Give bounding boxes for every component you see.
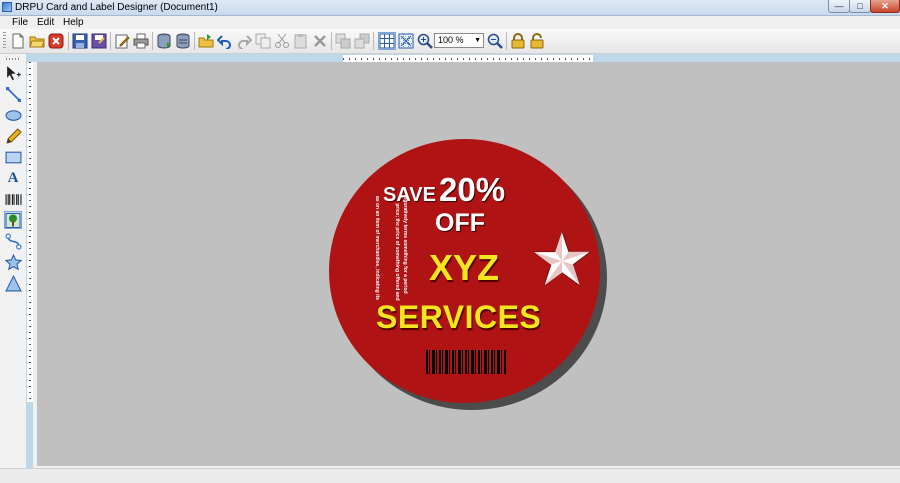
fine-print-3[interactable]: figuratively terms something for a perio… [402, 165, 408, 325]
database-icon[interactable] [155, 32, 173, 50]
curve-tool-icon[interactable] [4, 232, 22, 250]
new-file-icon[interactable] [9, 32, 27, 50]
grid-icon[interactable] [378, 32, 396, 50]
zoom-out-icon[interactable] [486, 32, 504, 50]
title-bar: DRPU Card and Label Designer (Document1)… [0, 0, 900, 16]
redo-icon[interactable] [235, 32, 253, 50]
bring-front-icon[interactable] [334, 32, 352, 50]
zoom-select[interactable]: 100 % ▼ [434, 33, 484, 48]
database-export-icon[interactable] [174, 32, 192, 50]
lock-icon[interactable] [509, 32, 527, 50]
main-toolbar: 100 % ▼ [0, 29, 900, 54]
horizontal-ruler [343, 55, 593, 62]
undo-icon[interactable] [216, 32, 234, 50]
barcode[interactable] [426, 350, 506, 374]
edit-icon[interactable] [113, 32, 131, 50]
paste-icon[interactable] [292, 32, 310, 50]
status-bar [0, 468, 900, 483]
vertical-ruler [27, 62, 33, 402]
text-tool-glyph: A [7, 169, 19, 186]
toolbar-separator [68, 32, 69, 50]
save-as-icon[interactable] [90, 32, 108, 50]
save-icon[interactable] [71, 32, 89, 50]
fine-print-1[interactable]: as on an item of merchandise, indicating… [374, 168, 380, 328]
company-name[interactable]: XYZ [429, 247, 499, 289]
headline-off[interactable]: OFF [435, 209, 485, 238]
print-icon[interactable] [132, 32, 150, 50]
toolbar-separator [331, 32, 332, 50]
chevron-down-icon: ▼ [474, 37, 481, 44]
rectangle-tool-icon[interactable] [4, 148, 22, 166]
toolbar-separator [506, 32, 507, 50]
triangle-tool-icon[interactable] [4, 274, 22, 292]
unlock-icon[interactable] [528, 32, 546, 50]
image-tool-icon[interactable] [4, 211, 22, 229]
fine-print-2[interactable]: price; the price of something offered an… [394, 172, 400, 332]
open-icon[interactable] [197, 32, 215, 50]
services-text[interactable]: SERVICES [376, 299, 541, 336]
close-doc-icon[interactable] [47, 32, 65, 50]
zoom-value: 100 % [438, 35, 464, 45]
send-back-icon[interactable] [353, 32, 371, 50]
barcode-tool-icon[interactable] [4, 190, 22, 208]
menu-file[interactable]: File [12, 16, 28, 29]
open-folder-icon[interactable] [28, 32, 46, 50]
pointer-tool-icon[interactable] [4, 64, 22, 82]
maximize-button[interactable]: □ [849, 0, 871, 13]
headline-save[interactable]: SAVE 20% [383, 171, 553, 209]
menu-help[interactable]: Help [63, 16, 84, 29]
window-title: DRPU Card and Label Designer (Document1) [15, 2, 218, 13]
close-window-button[interactable]: ✕ [870, 0, 900, 13]
toolbar-separator [110, 32, 111, 50]
drawing-tools-panel: A [0, 54, 27, 468]
line-tool-icon[interactable] [4, 85, 22, 103]
minimize-button[interactable]: — [828, 0, 850, 13]
circle-label[interactable]: SAVE 20% OFF XYZ SERVICES as on an item … [329, 139, 600, 403]
menu-bar: File Edit Help [0, 16, 900, 29]
cut-icon[interactable] [273, 32, 291, 50]
text-tool-icon[interactable]: A [4, 169, 22, 187]
ellipse-tool-icon[interactable] [4, 106, 22, 124]
nautical-star-icon[interactable] [531, 230, 593, 292]
zoom-in-icon[interactable] [416, 32, 434, 50]
copy-icon[interactable] [254, 32, 272, 50]
toolbar-separator [152, 32, 153, 50]
pencil-tool-icon[interactable] [4, 127, 22, 145]
toolbar-grip[interactable] [3, 32, 6, 50]
discount-percent: 20% [439, 171, 506, 208]
grid-snap-icon[interactable] [397, 32, 415, 50]
app-icon [2, 2, 12, 12]
save-word: SAVE [383, 184, 436, 206]
toolbar-separator [373, 32, 374, 50]
menu-edit[interactable]: Edit [37, 16, 54, 29]
star-tool-icon[interactable] [4, 253, 22, 271]
toolbar-separator [194, 32, 195, 50]
panel-grip[interactable] [6, 58, 20, 60]
delete-icon[interactable] [311, 32, 329, 50]
